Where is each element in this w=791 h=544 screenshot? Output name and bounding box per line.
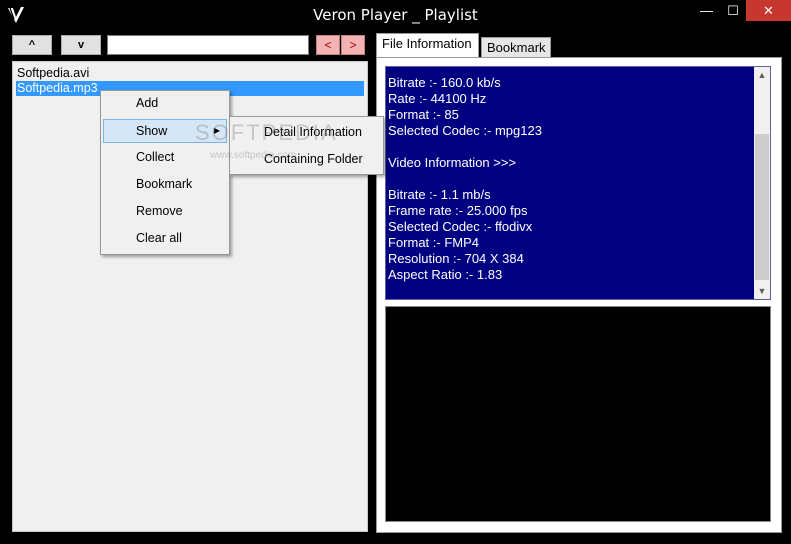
menu-item-remove[interactable]: Remove xyxy=(103,199,227,223)
submenu-item-detail-information[interactable]: Detail Information xyxy=(232,120,381,144)
info-line: Format :- FMP4 xyxy=(388,235,480,250)
menu-item-add[interactable]: Add xyxy=(103,91,227,115)
minimize-button[interactable]: — xyxy=(693,0,720,21)
app-window: Veron Player _ Playlist — ☐ ✕ ^ v < > So… xyxy=(0,0,791,544)
search-input[interactable] xyxy=(107,35,309,55)
playlist-item[interactable]: Softpedia.avi xyxy=(16,66,136,81)
move-down-button[interactable]: v xyxy=(61,35,101,55)
scroll-thumb[interactable] xyxy=(755,134,769,280)
info-line: Rate :- 44100 Hz xyxy=(388,91,487,106)
submenu-item-containing-folder[interactable]: Containing Folder xyxy=(232,147,381,171)
tab-bookmark[interactable]: Bookmark xyxy=(481,37,551,57)
maximize-button[interactable]: ☐ xyxy=(720,0,746,21)
info-line xyxy=(388,139,752,155)
menu-item-collect[interactable]: Collect xyxy=(103,145,227,169)
menu-item-clear-all[interactable]: Clear all xyxy=(103,226,227,250)
info-line: Bitrate :- 1.1 mb/s xyxy=(388,187,491,202)
scroll-down-icon[interactable]: ▼ xyxy=(754,283,770,299)
previous-button[interactable]: < xyxy=(316,35,340,55)
submenu-arrow-icon: ▶ xyxy=(213,126,220,135)
info-line: Selected Codec :- mpg123 xyxy=(388,123,542,138)
next-button[interactable]: > xyxy=(341,35,365,55)
tab-file-information[interactable]: File Information xyxy=(376,33,479,57)
context-menu: Add Show ▶ Collect Bookmark Remove Clear… xyxy=(100,90,230,255)
window-title: Veron Player _ Playlist xyxy=(313,6,478,24)
title-bar[interactable]: Veron Player _ Playlist — ☐ ✕ xyxy=(0,0,791,30)
info-scrollbar[interactable]: ▲ ▼ xyxy=(754,67,770,299)
menu-item-show-label: Show xyxy=(136,124,168,138)
info-line: Bitrate :- 160.0 kb/s xyxy=(388,75,501,90)
info-line: Resolution :- 704 X 384 xyxy=(388,251,524,266)
info-line xyxy=(388,171,752,187)
menu-item-show[interactable]: Show ▶ xyxy=(103,119,227,143)
file-info-text[interactable]: Bitrate :- 160.0 kb/s Rate :- 44100 Hz F… xyxy=(385,66,771,300)
info-line: Aspect Ratio :- 1.83 xyxy=(388,267,503,282)
show-submenu: Detail Information Containing Folder xyxy=(229,116,384,175)
menu-item-bookmark[interactable]: Bookmark xyxy=(103,172,227,196)
move-up-button[interactable]: ^ xyxy=(12,35,52,55)
info-line: Frame rate :- 25.000 fps xyxy=(388,203,528,218)
info-line: Format :- 85 xyxy=(388,107,459,122)
scroll-up-icon[interactable]: ▲ xyxy=(754,67,770,83)
info-line: Selected Codec :- ffodivx xyxy=(388,219,533,234)
info-line: Video Information >>> xyxy=(388,155,517,170)
info-lines: Bitrate :- 160.0 kb/s Rate :- 44100 Hz F… xyxy=(388,75,752,283)
video-display[interactable] xyxy=(385,306,771,522)
close-button[interactable]: ✕ xyxy=(746,0,791,21)
